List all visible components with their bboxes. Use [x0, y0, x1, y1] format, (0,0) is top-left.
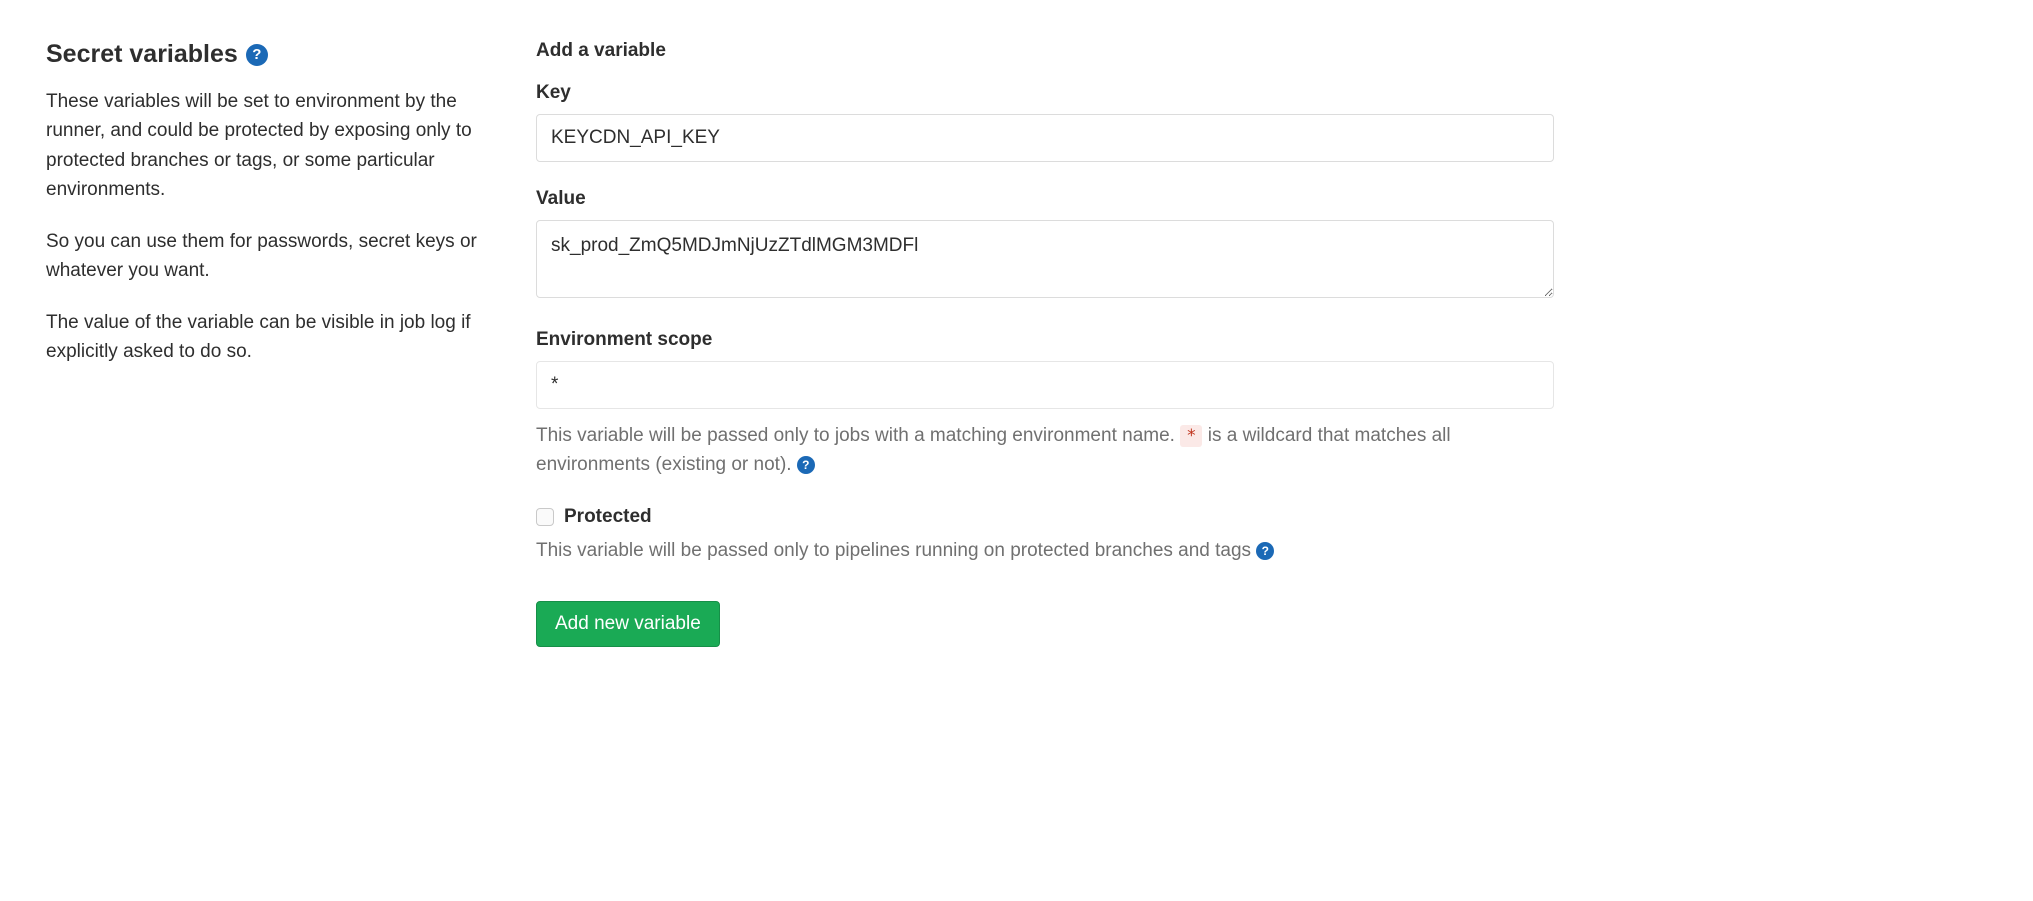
- question-circle-icon[interactable]: ?: [1256, 542, 1274, 560]
- description-para-1: These variables will be set to environme…: [46, 87, 506, 205]
- section-title: Secret variables ?: [46, 40, 506, 69]
- environment-scope-help: This variable will be passed only to job…: [536, 421, 1554, 480]
- protected-label: Protected: [564, 506, 652, 528]
- wildcard-code: *: [1180, 425, 1202, 447]
- question-circle-icon[interactable]: ?: [797, 456, 815, 474]
- question-circle-icon[interactable]: ?: [246, 44, 268, 66]
- environment-scope-label: Environment scope: [536, 329, 1554, 351]
- environment-scope-input[interactable]: [536, 361, 1554, 409]
- protected-checkbox[interactable]: [536, 508, 554, 526]
- add-variable-button[interactable]: Add new variable: [536, 601, 720, 647]
- protected-help-text: This variable will be passed only to pip…: [536, 540, 1256, 561]
- form-title: Add a variable: [536, 40, 1554, 62]
- protected-help: This variable will be passed only to pip…: [536, 536, 1554, 565]
- description-para-2: So you can use them for passwords, secre…: [46, 227, 506, 286]
- description-para-3: The value of the variable can be visible…: [46, 308, 506, 367]
- value-label: Value: [536, 188, 1554, 210]
- value-input[interactable]: [536, 220, 1554, 298]
- key-label: Key: [536, 82, 1554, 104]
- env-help-text-pre: This variable will be passed only to job…: [536, 425, 1180, 446]
- key-input[interactable]: [536, 114, 1554, 162]
- section-title-text: Secret variables: [46, 40, 238, 69]
